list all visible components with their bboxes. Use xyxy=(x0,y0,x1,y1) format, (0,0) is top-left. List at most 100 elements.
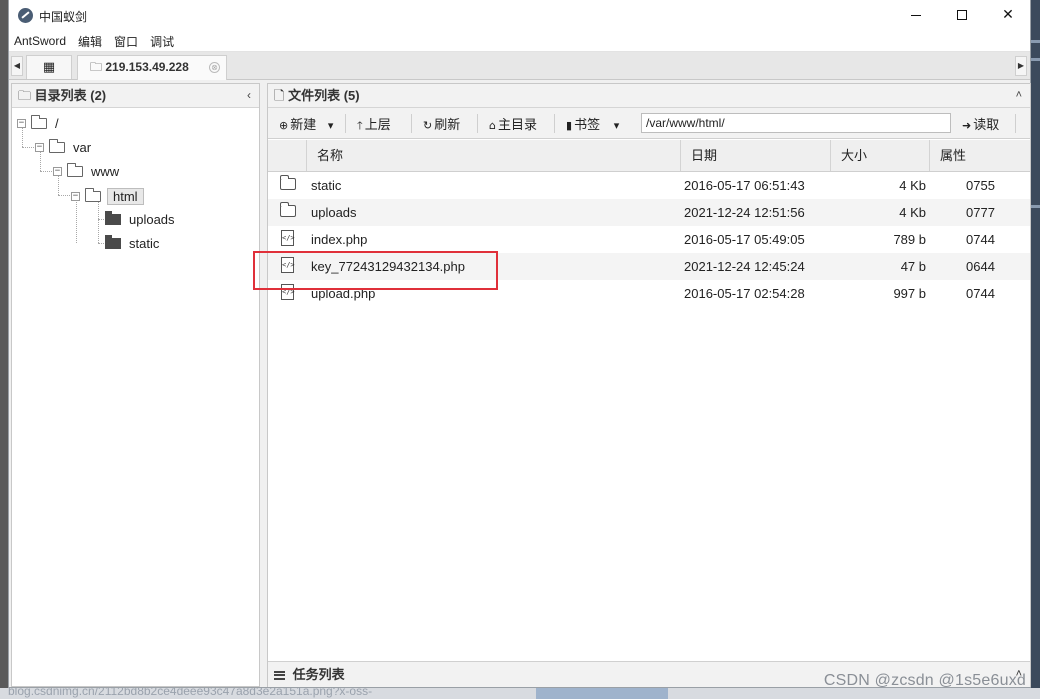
folder-closed-icon xyxy=(105,235,121,249)
menu-bar: AntSword 编辑 窗口 调试 xyxy=(9,31,1030,52)
tab-scroll-left-button[interactable]: ◀ xyxy=(11,56,23,76)
table-row[interactable]: static 2016-05-17 06:51:43 4 Kb 0755 xyxy=(268,172,1030,199)
arrow-right-icon: ➜ xyxy=(962,119,972,132)
bookmark-button[interactable]: ▮ 书签 ▾ xyxy=(566,114,621,133)
chevron-down-icon: ▾ xyxy=(613,119,620,132)
maximize-button[interactable] xyxy=(939,0,985,31)
column-date[interactable]: 日期 xyxy=(680,140,830,171)
file-perm: 0644 xyxy=(966,259,995,274)
title-bar[interactable]: 中国蚁剑 ✕ xyxy=(9,0,1030,31)
menu-window[interactable]: 窗口 xyxy=(114,33,138,50)
home-button[interactable]: ⌂ 主目录 xyxy=(489,114,537,133)
file-date: 2021-12-24 12:51:56 xyxy=(684,205,805,220)
path-input[interactable] xyxy=(641,113,951,133)
tree-node-static[interactable]: static xyxy=(105,235,160,251)
collapse-left-icon[interactable]: ‹ xyxy=(247,84,251,107)
tab-host[interactable]: 🗀 219.153.49.228 ⊗ xyxy=(77,55,227,80)
background-url-text: blog.csdnimg.cn/2112bd8b2ce4deee93c47a8d… xyxy=(8,688,373,698)
read-button[interactable]: ➜ 读取 xyxy=(962,114,999,133)
table-row[interactable]: </> index.php 2016-05-17 05:49:05 789 b … xyxy=(268,226,1030,253)
php-file-icon: </> xyxy=(280,284,295,302)
directory-panel-title: 目录列表 (2) xyxy=(34,88,107,103)
table-row[interactable]: uploads 2021-12-24 12:51:56 4 Kb 0777 xyxy=(268,199,1030,226)
column-perm[interactable]: 属性 xyxy=(929,140,1030,171)
grid-icon: ▦ xyxy=(42,60,56,75)
php-file-icon: </> xyxy=(280,257,295,275)
tree-node-label: uploads xyxy=(129,212,175,227)
tab-scroll-right-button[interactable]: ▶ xyxy=(1015,56,1027,76)
collapse-up-icon[interactable]: ˄ xyxy=(1016,84,1022,107)
collapse-toggle-icon[interactable]: − xyxy=(53,167,62,176)
file-size: 997 b xyxy=(893,286,926,301)
refresh-label: 刷新 xyxy=(434,117,461,132)
minimize-button[interactable] xyxy=(893,0,939,31)
file-name: key_77243129432134.php xyxy=(311,259,465,274)
background-chip xyxy=(536,688,668,699)
table-row[interactable]: </> upload.php 2016-05-17 02:54:28 997 b… xyxy=(268,280,1030,307)
menu-edit[interactable]: 编辑 xyxy=(78,33,102,50)
maximize-icon xyxy=(957,10,967,20)
tree-node-label-selected: html xyxy=(107,188,144,205)
minimize-icon xyxy=(911,14,921,16)
directory-panel: 🗀 目录列表 (2) ‹ − / − var − www − html uplo… xyxy=(11,83,260,687)
tab-close-icon[interactable]: ⊗ xyxy=(209,62,220,73)
up-button[interactable]: 🡑 上层 xyxy=(357,114,391,136)
bookmark-icon: ▮ xyxy=(566,119,573,132)
file-name: upload.php xyxy=(311,286,376,301)
php-file-icon: </> xyxy=(280,230,295,248)
folder-icon xyxy=(280,175,296,190)
folder-open-icon xyxy=(49,139,65,153)
panel-folder-icon: 🗀 xyxy=(18,88,32,103)
file-date: 2016-05-17 06:51:43 xyxy=(684,178,805,193)
file-size: 789 b xyxy=(893,232,926,247)
home-label: 主目录 xyxy=(497,117,537,132)
bookmark-label: 书签 xyxy=(574,117,601,132)
tree-node-uploads[interactable]: uploads xyxy=(105,211,175,227)
file-date: 2016-05-17 02:54:28 xyxy=(684,286,805,301)
grid-header: 名称 日期 大小 属性 xyxy=(268,140,1030,172)
file-list-panel: 🗋 文件列表 (5) ˄ ⊕新建 ▾ 🡑上层 ↻刷新 ⌂主目录 ▮书签 xyxy=(267,83,1031,687)
collapse-toggle-icon[interactable]: − xyxy=(35,143,44,152)
tree-node-var[interactable]: − var xyxy=(35,139,92,155)
file-date: 2021-12-24 12:45:24 xyxy=(684,259,805,274)
file-perm: 0755 xyxy=(966,178,995,193)
menu-debug[interactable]: 调试 xyxy=(150,33,174,50)
refresh-icon: ↻ xyxy=(423,119,433,132)
collapse-toggle-icon[interactable]: − xyxy=(71,192,80,201)
arrow-up-icon: 🡑 xyxy=(357,119,363,132)
column-name[interactable]: 名称 xyxy=(306,140,680,171)
file-name: index.php xyxy=(311,232,368,247)
new-button[interactable]: ⊕ 新建 ▾ xyxy=(279,114,335,133)
tree-node-www[interactable]: − www xyxy=(53,163,120,179)
tree-node-html[interactable]: − html xyxy=(71,188,144,205)
chevron-down-icon: ▾ xyxy=(327,119,334,132)
tree-node-label: www xyxy=(91,164,120,179)
tree-node-label: static xyxy=(129,236,160,251)
file-name: static xyxy=(311,178,342,193)
file-name: uploads xyxy=(311,205,357,220)
antsword-window: 中国蚁剑 ✕ AntSword 编辑 窗口 调试 ◀ ▦ 🗀 219.153.4… xyxy=(8,0,1031,688)
column-size[interactable]: 大小 xyxy=(830,140,929,171)
collapse-toggle-icon[interactable]: − xyxy=(17,119,26,128)
file-size: 4 Kb xyxy=(899,178,926,193)
antsword-logo-icon xyxy=(18,8,33,23)
file-perm: 0744 xyxy=(966,286,995,301)
tab-strip: ◀ ▦ 🗀 219.153.49.228 ⊗ ▶ xyxy=(9,52,1030,80)
file-toolbar: ⊕新建 ▾ 🡑上层 ↻刷新 ⌂主目录 ▮书签 ▾ ➜读取 xyxy=(268,108,1030,139)
table-row[interactable]: </> key_77243129432134.php 2021-12-24 12… xyxy=(268,253,1030,280)
folder-tab-icon: 🗀 xyxy=(90,60,103,74)
home-icon: ⌂ xyxy=(489,119,496,132)
close-button[interactable]: ✕ xyxy=(985,0,1031,31)
new-label: 新建 xyxy=(290,117,317,132)
directory-panel-header: 🗀 目录列表 (2) ‹ xyxy=(12,84,259,108)
tree-node-label: var xyxy=(73,140,92,155)
panel-file-icon: 🗋 xyxy=(274,88,285,103)
menu-antsword[interactable]: AntSword xyxy=(14,34,66,48)
folder-open-icon xyxy=(31,115,47,129)
tab-home[interactable]: ▦ xyxy=(26,55,72,79)
file-grid: 名称 日期 大小 属性 static 2016-05-17 06:51:43 4… xyxy=(268,140,1030,307)
tree-node-label: / xyxy=(55,116,59,131)
file-perm: 0777 xyxy=(966,205,995,220)
tree-node-root[interactable]: − / xyxy=(17,115,59,131)
refresh-button[interactable]: ↻ 刷新 xyxy=(423,114,460,133)
